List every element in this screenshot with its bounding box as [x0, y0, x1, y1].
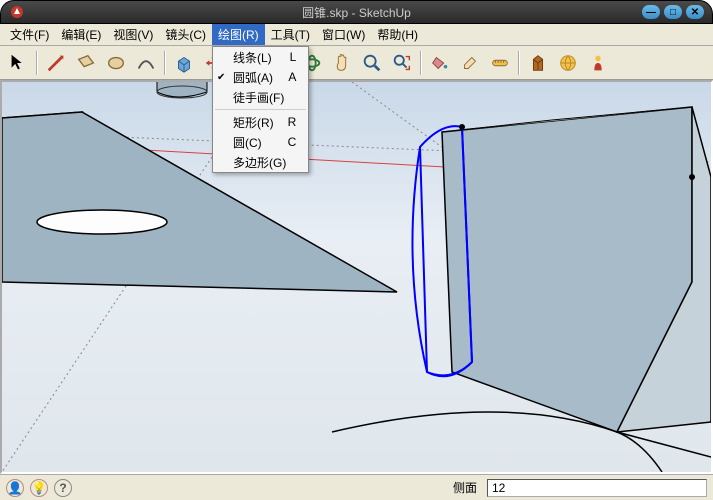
menu-item-label: 徒手画(F)	[233, 89, 284, 106]
menu-item-shortcut: C	[274, 135, 297, 149]
select-tool[interactable]	[4, 49, 32, 77]
rectangle-tool[interactable]	[72, 49, 100, 77]
menu-window[interactable]: 窗口(W)	[316, 24, 371, 45]
statusbar: 👤 💡 ? 侧面	[0, 474, 713, 500]
menu-edit[interactable]: 编辑(E)	[55, 24, 107, 45]
menu-help[interactable]: 帮助(H)	[371, 24, 424, 45]
menu-item-shortcut: R	[274, 115, 297, 129]
menu-item-polygon[interactable]: 多边形(G)	[213, 152, 308, 172]
status-help-icon[interactable]: ?	[54, 479, 72, 497]
toolbar-separator	[420, 51, 422, 75]
menu-item-circle[interactable]: 圆(C) C	[213, 132, 308, 152]
tape-measure-tool[interactable]	[486, 49, 514, 77]
menu-item-arc[interactable]: ✔ 圆弧(A) A	[213, 67, 308, 87]
measurements-input[interactable]	[487, 479, 707, 497]
menu-view[interactable]: 视图(V)	[107, 24, 159, 45]
menu-item-shortcut: A	[274, 70, 296, 84]
menu-item-label: 圆弧(A)	[233, 69, 273, 86]
menu-separator	[215, 109, 306, 110]
status-person-icon[interactable]: 👤	[6, 479, 24, 497]
arc-tool[interactable]	[132, 49, 160, 77]
toolbar-separator	[518, 51, 520, 75]
menu-draw[interactable]: 绘图(R)	[212, 24, 265, 45]
menu-item-label: 多边形(G)	[233, 154, 286, 171]
line-tool[interactable]	[42, 49, 70, 77]
status-label: 侧面	[453, 479, 481, 496]
menu-item-label: 矩形(R)	[233, 114, 274, 131]
menu-item-label: 线条(L)	[233, 49, 272, 66]
paint-bucket-tool[interactable]	[426, 49, 454, 77]
check-icon: ✔	[217, 72, 225, 83]
eraser-tool[interactable]	[456, 49, 484, 77]
menu-item-freehand[interactable]: 徒手画(F)	[213, 87, 308, 107]
circle-tool[interactable]	[102, 49, 130, 77]
app-icon	[9, 4, 25, 20]
menu-item-label: 圆(C)	[233, 134, 262, 151]
toolbar	[0, 46, 713, 80]
close-button[interactable]: ✕	[686, 5, 704, 19]
window-title: 圆锥.skp - SketchUp	[302, 4, 411, 21]
menu-file[interactable]: 文件(F)	[4, 24, 55, 45]
minimize-button[interactable]: —	[642, 5, 660, 19]
push-pull-tool[interactable]	[170, 49, 198, 77]
menu-item-shortcut: L	[276, 50, 297, 64]
maximize-button[interactable]: □	[664, 5, 682, 19]
viewport[interactable]	[0, 80, 713, 474]
zoom-extents-tool[interactable]	[388, 49, 416, 77]
titlebar: 圆锥.skp - SketchUp — □ ✕	[0, 0, 713, 24]
menu-item-line[interactable]: 线条(L) L	[213, 47, 308, 67]
toolbar-separator	[36, 51, 38, 75]
person-tool[interactable]	[584, 49, 612, 77]
window-controls: — □ ✕	[642, 5, 704, 19]
menubar: 文件(F) 编辑(E) 视图(V) 镜头(C) 绘图(R) 工具(T) 窗口(W…	[0, 24, 713, 46]
menu-item-rectangle[interactable]: 矩形(R) R	[213, 112, 308, 132]
zoom-tool[interactable]	[358, 49, 386, 77]
status-bulb-icon[interactable]: 💡	[30, 479, 48, 497]
toolbar-separator	[164, 51, 166, 75]
component-tool[interactable]	[524, 49, 552, 77]
pan-tool[interactable]	[328, 49, 356, 77]
menu-tools[interactable]: 工具(T)	[265, 24, 316, 45]
warehouse-tool[interactable]	[554, 49, 582, 77]
menu-camera[interactable]: 镜头(C)	[159, 24, 212, 45]
draw-menu-dropdown: 线条(L) L ✔ 圆弧(A) A 徒手画(F) 矩形(R) R 圆(C) C …	[212, 46, 309, 173]
